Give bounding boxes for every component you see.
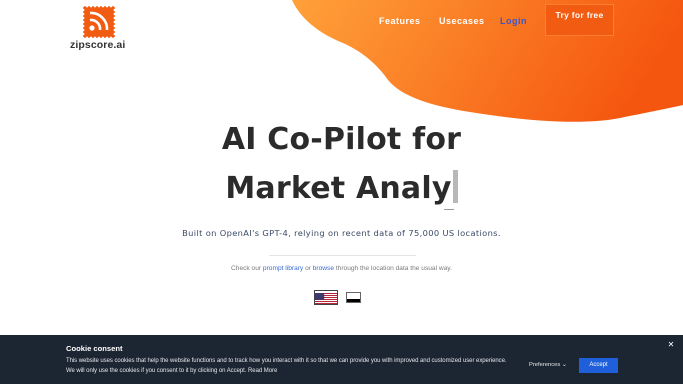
close-icon[interactable]: ✕ [666, 340, 676, 350]
nav-usecases-link[interactable]: Usecases [439, 16, 485, 26]
cookie-banner: Cookie consent This website uses cookies… [0, 335, 683, 384]
chevron-down-icon: ⌄ [560, 362, 567, 368]
cookie-preferences-button[interactable]: Preferences ⌄ [529, 362, 567, 368]
hero-title-line1: AI Co-Pilot for [221, 122, 462, 157]
nav-login-link[interactable]: Login [500, 16, 527, 26]
rss-stamp-icon [81, 5, 117, 39]
prompt-library-link[interactable]: prompt library [263, 265, 303, 272]
hero-title-line2: Market Analy [0, 170, 683, 206]
try-for-free-button[interactable]: Try for free [545, 4, 614, 36]
caret-underline [444, 209, 454, 210]
cookie-preferences-label: Preferences [529, 362, 561, 368]
landing-page: zipscore.ai Features Usecases Login Try … [0, 0, 683, 384]
hero-subtitle: Built on OpenAI's GPT-4, relying on rece… [182, 228, 501, 238]
germany-flag-icon[interactable] [346, 292, 361, 303]
cookie-description: This website uses cookies that help the … [66, 358, 507, 374]
germany-flag-graphic [347, 299, 360, 302]
brand-name: zipscore.ai [70, 39, 126, 51]
hint-text-after: through the location data the usual way. [334, 265, 452, 272]
hint-text-mid: or [303, 265, 313, 272]
hint-text-before: Check our [231, 265, 263, 272]
typing-caret [452, 170, 458, 203]
hero-hint: Check our prompt library or browse throu… [0, 265, 683, 272]
us-flag-icon[interactable] [314, 290, 338, 305]
hero-divider [269, 255, 416, 256]
hero-title-typed-text: Market Analy [225, 171, 452, 206]
cookie-title: Cookie consent [66, 344, 123, 353]
nav-features-link[interactable]: Features [379, 16, 421, 26]
cookie-accept-button[interactable]: Accept [579, 358, 618, 373]
us-flag-graphic [315, 293, 337, 304]
browse-link[interactable]: browse [313, 265, 334, 272]
